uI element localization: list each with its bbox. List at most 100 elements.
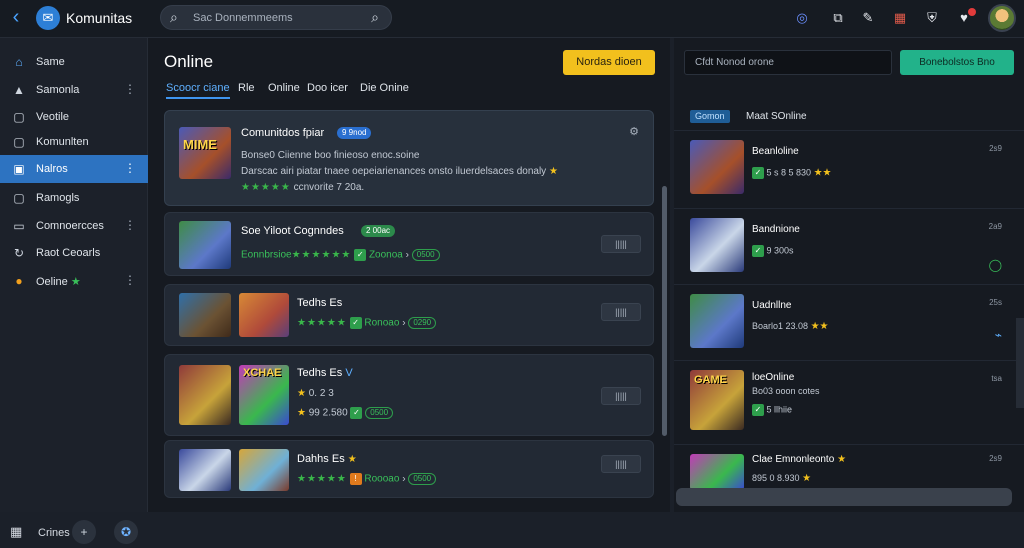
- game-thumbnail: [179, 221, 231, 269]
- refresh-icon: ↻: [13, 246, 25, 260]
- card-tag: 2 00ac: [361, 225, 396, 237]
- list-item[interactable]: Tedhs Es ★★★★★ ✓ Ronoao › 0290 |||||: [164, 284, 654, 346]
- tab-die-onine[interactable]: Die Onine: [360, 82, 409, 94]
- card-line: ★★★★★ ✓ Ronoao › 0290: [297, 317, 437, 329]
- sidebar-item-ramogls[interactable]: ▢ Ramogls: [0, 184, 148, 212]
- thumb-label: XCHAE: [243, 367, 282, 379]
- item-name: loeOnline: [752, 372, 795, 383]
- house-icon: ▲: [13, 83, 25, 97]
- game-thumbnail: [179, 449, 231, 491]
- home-icon: ⌂: [15, 55, 23, 69]
- scrollbar[interactable]: [662, 186, 667, 436]
- game-thumbnail: [179, 293, 231, 337]
- sidebar-item-veotile[interactable]: ▢ Veotile: [0, 103, 148, 131]
- back-icon[interactable]: ‹: [6, 7, 26, 27]
- primary-button[interactable]: Nordas dioen: [563, 50, 655, 75]
- search-icon[interactable]: ◎: [792, 8, 812, 28]
- game-thumbnail: [690, 140, 744, 194]
- settings-icon[interactable]: ⚙: [629, 125, 639, 138]
- item-meta: 2s9: [989, 454, 1002, 463]
- sidebar-item-same[interactable]: ⌂ Same: [0, 48, 148, 76]
- calendar-icon[interactable]: ▦: [890, 8, 910, 28]
- card-line: ★ 0. 2 3: [297, 388, 334, 399]
- list-item[interactable]: Dahhs Es ★ ★★★★★ ! Roooao › 0500 |||||: [164, 440, 654, 498]
- toolbar-icons: ◎ ⧉ ✎ ▦ ⛨ ♥: [792, 8, 972, 28]
- action-button[interactable]: |||||: [601, 455, 641, 473]
- circle-icon: ●: [15, 274, 23, 288]
- search-submit-icon[interactable]: ⌕: [371, 9, 379, 26]
- card-line: Eonnbrsioe★★★★★★ ✓ Zoonoa › 0500: [241, 249, 440, 261]
- sidebar-item-label: Ramogls: [36, 192, 80, 204]
- game-thumbnail: [690, 454, 744, 490]
- footer-label: Crines: [38, 527, 70, 539]
- sidebar-item-oeline[interactable]: ● Oeline ★ ⋮: [0, 267, 148, 295]
- sidebar: ⌂ Same ▲ Samonla ⋮ ▢ Veotile ▢ Komunlten ▣ Nal…: [0, 38, 148, 544]
- item-sub: Boarlo1 23.08 ★★: [752, 321, 829, 332]
- card-title: Tedhs Es: [297, 297, 343, 309]
- add-icon[interactable]: +: [72, 520, 96, 544]
- search-input[interactable]: Sac Donnemmeems: [193, 12, 293, 24]
- tab-rle[interactable]: Rle: [238, 82, 255, 94]
- list-item[interactable]: Uadnllne Boarlo1 23.08 ★★ 25s ⌁: [674, 288, 1024, 358]
- edit-icon[interactable]: ✎: [858, 8, 878, 28]
- card-line: ★★★★★ ccnvorite 7 20a.: [241, 182, 365, 193]
- right-panel: Cfdt Nonod orone Bonebolstos Bno Gomon M…: [674, 38, 1024, 512]
- sidebar-item-label: Oeline ★: [36, 276, 81, 288]
- scrollbar[interactable]: [1016, 318, 1024, 408]
- item-meta: 25s: [989, 298, 1002, 307]
- card-title: Comunitdos fpiar: [241, 127, 325, 139]
- sidebar-item-label: Same: [36, 56, 65, 68]
- game-thumbnail: [690, 294, 744, 348]
- page-title: Online: [164, 52, 214, 71]
- list-item[interactable]: GAME loeOnline Bo03 ooon cotes ✓ 5 llhii…: [674, 364, 1024, 442]
- more-icon[interactable]: ⋮: [124, 82, 136, 96]
- thumb-label: GAME: [694, 374, 727, 386]
- tab-doo-icer[interactable]: Doo icer: [307, 82, 348, 94]
- search-icon: ⌕: [170, 9, 178, 25]
- game-thumbnail: XCHAE: [239, 365, 289, 425]
- card-title: Tedhs Es V: [297, 367, 353, 379]
- more-icon[interactable]: ⋮: [124, 161, 136, 175]
- sidebar-item-label: Komunlten: [36, 136, 89, 148]
- list-item[interactable]: XCHAE Tedhs Es V ★ 0. 2 3 ★ 99 2.580 ✓ 0…: [164, 354, 654, 436]
- search-box[interactable]: ⌕ Sac Donnemmeems ⌕: [160, 5, 392, 30]
- game-thumbnail: [239, 449, 289, 491]
- game-thumbnail: [239, 293, 289, 337]
- green-button[interactable]: Bonebolstos Bno: [900, 50, 1014, 75]
- more-icon[interactable]: ⋮: [124, 273, 136, 287]
- discord-icon[interactable]: ✪: [114, 520, 138, 544]
- sidebar-item-raot-ceoarls[interactable]: ↻ Raot Ceoarls: [0, 239, 148, 267]
- right-search-input[interactable]: Cfdt Nonod orone: [684, 50, 892, 75]
- action-button[interactable]: |||||: [601, 387, 641, 405]
- list-item[interactable]: Clae Emnonleonto ★ 895 0 8.930 ★ 2s9: [674, 448, 1024, 490]
- shield-icon[interactable]: ⛨: [922, 8, 942, 28]
- copy-icon[interactable]: ⧉: [828, 8, 848, 28]
- main-panel: Online Nordas dioen Scoocr ciane Rle Onl…: [148, 38, 670, 512]
- list-item[interactable]: Bandnione ✓ 9 300s 2a9 ◯: [674, 212, 1024, 282]
- sidebar-item-komunlten[interactable]: ▢ Komunlten: [0, 128, 148, 156]
- divider: [674, 284, 1024, 285]
- sidebar-item-nalros[interactable]: ▣ Nalros ⋮: [0, 155, 148, 183]
- tab-scoocr-ciane[interactable]: Scoocr ciane: [166, 82, 230, 99]
- card-line: ★ 99 2.580 ✓ 0500: [297, 407, 394, 419]
- sidebar-item-samonla[interactable]: ▲ Samonla ⋮: [0, 76, 148, 104]
- tab-online[interactable]: Online: [268, 82, 300, 94]
- item-sub: ✓ 5 s 8 5 830 ★★: [752, 167, 832, 179]
- square-icon: ▣: [13, 162, 25, 176]
- horizontal-scrollbar[interactable]: [676, 488, 1012, 506]
- link-icon[interactable]: ⌁: [995, 328, 1002, 342]
- more-icon[interactable]: ⋮: [124, 218, 136, 232]
- square-icon: ▢: [13, 135, 25, 149]
- sidebar-footer: ▦ Crines + ✪: [0, 514, 148, 548]
- divider: [674, 444, 1024, 445]
- action-button[interactable]: |||||: [601, 303, 641, 321]
- sidebar-item-comnoercces[interactable]: ▭ Comnoercces ⋮: [0, 212, 148, 240]
- action-button[interactable]: |||||: [601, 235, 641, 253]
- sidebar-item-label: Comnoercces: [36, 220, 104, 232]
- grid-icon[interactable]: ▦: [10, 524, 22, 540]
- list-item[interactable]: MIME Comunitdos fpiar 9 9nod Bonse0 Ciie…: [164, 110, 654, 206]
- list-item[interactable]: Soe Yiloot Cognndes 2 00ac Eonnbrsioe★★★…: [164, 212, 654, 276]
- avatar[interactable]: [988, 4, 1016, 32]
- sidebar-item-label: Raot Ceoarls: [36, 247, 101, 259]
- list-item[interactable]: Beanloline ✓ 5 s 8 5 830 ★★ 2s9: [674, 134, 1024, 204]
